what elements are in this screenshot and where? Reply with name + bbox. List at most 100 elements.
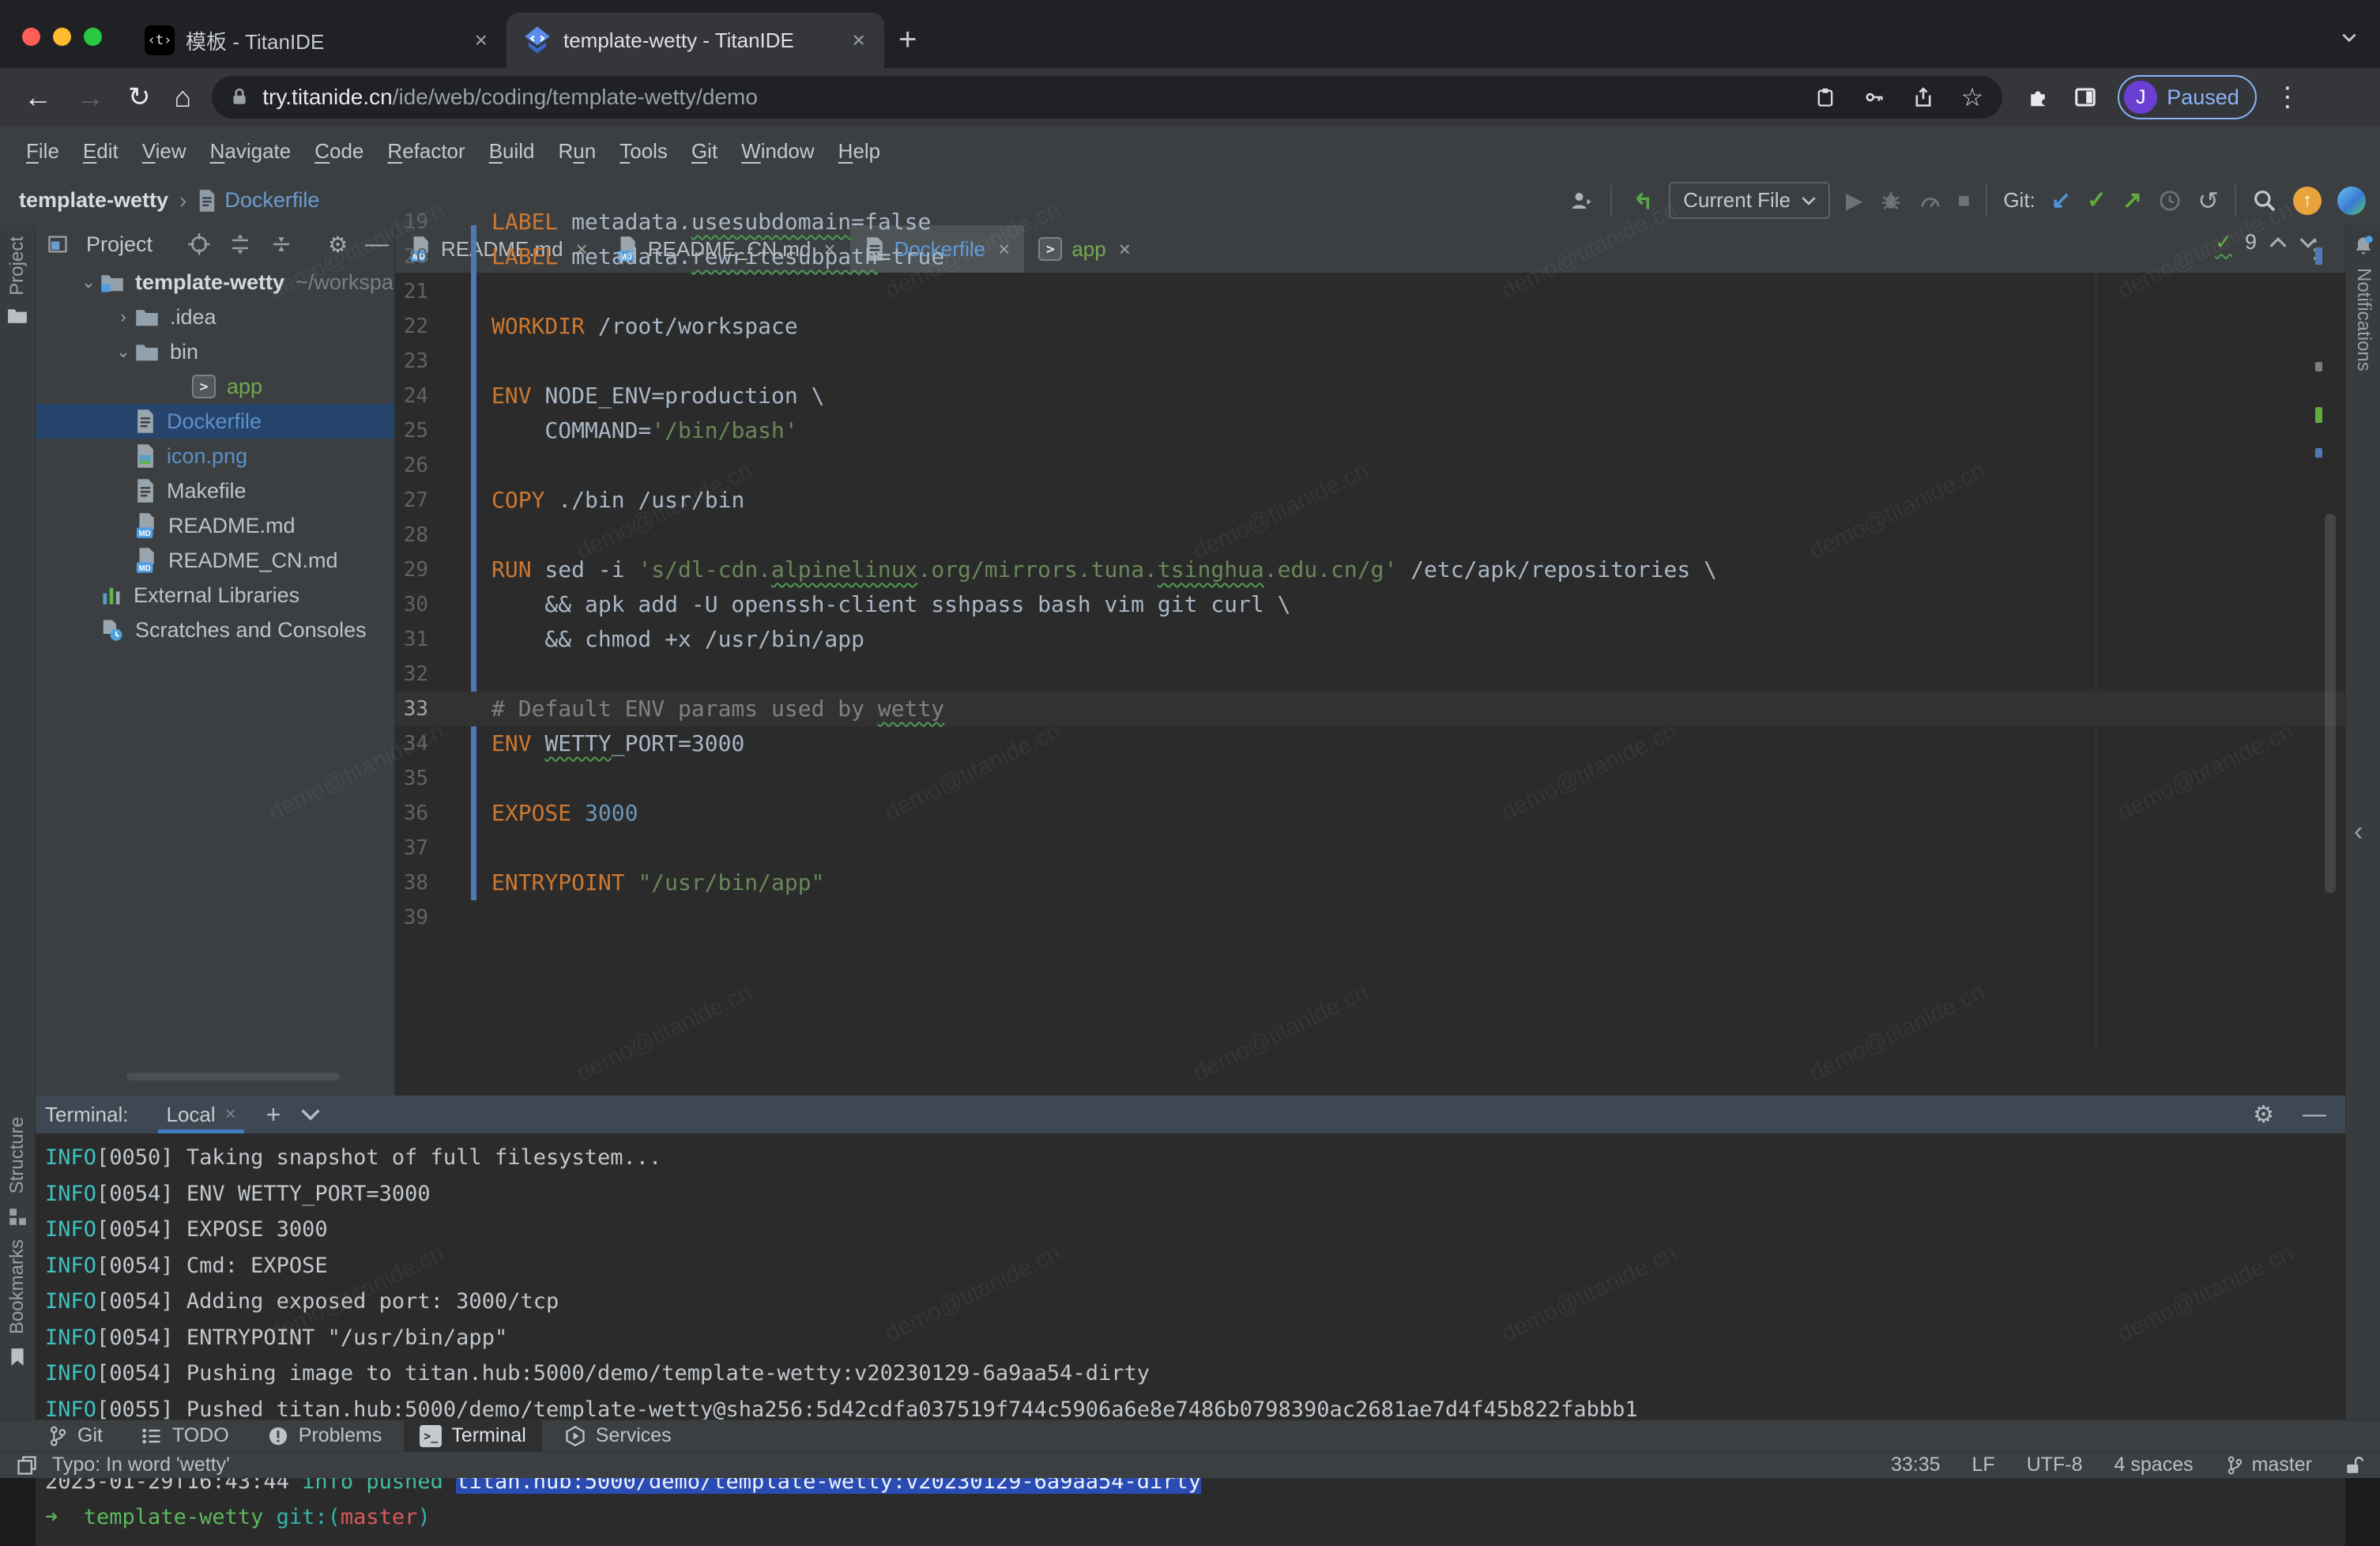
- minimize-window-icon[interactable]: [53, 28, 71, 46]
- tool-window-button-terminal[interactable]: >_Terminal: [404, 1420, 541, 1451]
- menu-item-refactor[interactable]: Refactor: [375, 139, 476, 164]
- tree-chevron-icon[interactable]: ⌄: [111, 341, 135, 362]
- menu-item-view[interactable]: View: [130, 139, 198, 164]
- app-icon: >: [192, 375, 216, 398]
- address-bar[interactable]: try.titanide.cn/ide/web/coding/template-…: [212, 76, 2002, 119]
- notifications-bell-icon[interactable]: [2352, 235, 2374, 257]
- tree-item-icon-png[interactable]: icon.png: [36, 439, 394, 473]
- code-line-34: 34ENV WETTY_PORT=3000: [395, 726, 2345, 761]
- project-panel-title[interactable]: Project: [86, 232, 153, 257]
- tab-search-chevron-icon[interactable]: [2339, 27, 2359, 47]
- share-icon[interactable]: [1912, 86, 1934, 108]
- tree-item-external-libraries[interactable]: External Libraries: [36, 578, 394, 613]
- menu-item-tools[interactable]: Tools: [608, 139, 680, 164]
- project-view-icon[interactable]: [47, 233, 69, 255]
- tree-item-readme-cn-md[interactable]: MDREADME_CN.md: [36, 543, 394, 578]
- collapse-stripe-chevron-icon[interactable]: ‹: [2354, 816, 2363, 847]
- browser-tab-1[interactable]: ‹t›模板 - TitanIDE×: [129, 13, 507, 68]
- tree-item-scratches-and-consoles[interactable]: Scratches and Consoles: [36, 613, 394, 647]
- terminal-icon: >_: [420, 1425, 442, 1447]
- tool-stripe-bookmarks-button[interactable]: Bookmarks: [6, 1239, 28, 1334]
- breadcrumb-file[interactable]: Dockerfile: [224, 188, 319, 213]
- menu-item-window[interactable]: Window: [729, 139, 826, 164]
- tool-stripe-project-button[interactable]: Project: [6, 236, 28, 296]
- caret-position[interactable]: 33:35: [1891, 1454, 1941, 1476]
- reload-button[interactable]: ↻: [128, 81, 151, 113]
- menu-item-code[interactable]: Code: [303, 139, 375, 164]
- tab-close-icon[interactable]: ×: [470, 28, 492, 53]
- menu-item-edit[interactable]: Edit: [71, 139, 130, 164]
- tree-item-dockerfile[interactable]: Dockerfile: [36, 404, 394, 439]
- tool-window-button-todo[interactable]: TODO: [125, 1420, 245, 1451]
- terminal-settings-gear-icon[interactable]: ⚙: [2253, 1101, 2274, 1129]
- tree-item-app[interactable]: >app: [36, 369, 394, 404]
- code-token: .edu.cn/g': [1264, 556, 1398, 583]
- terminal-tab-close-icon[interactable]: ×: [225, 1103, 236, 1126]
- hide-panel-icon[interactable]: —: [365, 231, 389, 258]
- tool-window-button-services[interactable]: Services: [548, 1420, 687, 1451]
- menu-item-file[interactable]: File: [14, 139, 71, 164]
- menu-item-help[interactable]: Help: [827, 139, 892, 164]
- profile-button[interactable]: J Paused: [2118, 75, 2257, 119]
- extensions-puzzle-icon[interactable]: [2026, 85, 2050, 109]
- tree-item-bin[interactable]: ⌄bin: [36, 334, 394, 369]
- tool-stripe-structure-button[interactable]: Structure: [6, 1117, 28, 1193]
- tree-item-template-wetty[interactable]: ⌄template-wetty~/workspace: [36, 265, 394, 300]
- bookmark-star-icon[interactable]: ☆: [1961, 82, 1984, 112]
- git-branch-widget[interactable]: master: [2225, 1454, 2312, 1476]
- menu-item-build[interactable]: Build: [477, 139, 547, 164]
- status-stack-icon[interactable]: [16, 1454, 38, 1476]
- editor-area[interactable]: MDREADME.md×MDREADME_CN.md×Dockerfile×>a…: [395, 225, 2345, 1095]
- code-text: && apk add -U openssh-client sshpass bas…: [491, 587, 1290, 622]
- expand-all-icon[interactable]: [228, 232, 252, 256]
- project-horizontal-scrollbar[interactable]: [126, 1073, 340, 1080]
- tool-window-button-problems[interactable]: Problems: [251, 1420, 398, 1451]
- menu-item-git[interactable]: Git: [680, 139, 729, 164]
- home-button[interactable]: ⌂: [175, 81, 192, 114]
- code-viewport[interactable]: 19LABEL metadata.usesubdomain=false20LAB…: [395, 273, 2345, 1095]
- browser-menu-kebab-icon[interactable]: ⋮: [2274, 81, 2301, 113]
- tab-close-icon[interactable]: ×: [848, 28, 870, 53]
- indent-setting[interactable]: 4 spaces: [2115, 1454, 2194, 1476]
- collapse-all-icon[interactable]: [269, 232, 293, 256]
- tree-chevron-icon[interactable]: ›: [111, 307, 135, 327]
- maximize-window-icon[interactable]: [84, 28, 102, 46]
- password-key-icon[interactable]: [1863, 86, 1885, 108]
- tree-item-readme-md[interactable]: MDREADME.md: [36, 508, 394, 543]
- terminal-token: template-wetty: [58, 1505, 276, 1529]
- terminal-tab-local[interactable]: Local ×: [158, 1095, 243, 1133]
- browser-tab-2[interactable]: template-wetty - TitanIDE×: [507, 13, 884, 68]
- clipboard-icon[interactable]: [1814, 86, 1836, 108]
- new-tab-button[interactable]: +: [898, 24, 917, 55]
- menu-item-navigate[interactable]: Navigate: [198, 139, 303, 164]
- back-button[interactable]: ←: [24, 81, 52, 114]
- locate-file-icon[interactable]: [187, 232, 211, 256]
- project-folder-icon[interactable]: [7, 307, 28, 324]
- panel-settings-gear-icon[interactable]: ⚙: [328, 232, 348, 258]
- branch-name: master: [2252, 1454, 2312, 1476]
- breadcrumb-project[interactable]: template-wetty: [19, 188, 168, 213]
- tool-window-button-git[interactable]: Git: [32, 1420, 119, 1451]
- forward-button[interactable]: →: [76, 81, 104, 114]
- menu-item-run[interactable]: Run: [547, 139, 608, 164]
- lock-icon[interactable]: [229, 87, 250, 107]
- bookmark-icon[interactable]: [8, 1347, 27, 1367]
- editor-scrollbar-thumb[interactable]: [2325, 514, 2336, 893]
- file-encoding[interactable]: UTF-8: [2027, 1454, 2083, 1476]
- terminal-minimize-icon[interactable]: —: [2303, 1101, 2326, 1129]
- unlock-icon[interactable]: [2344, 1455, 2364, 1476]
- tree-chevron-icon[interactable]: ⌄: [77, 272, 100, 292]
- tree-item--idea[interactable]: ›.idea: [36, 300, 394, 334]
- terminal-token: ): [417, 1505, 430, 1529]
- terminal-output[interactable]: INFO[0050] Taking snapshot of full files…: [36, 1133, 2345, 1546]
- line-ending[interactable]: LF: [1972, 1454, 1995, 1476]
- structure-icon[interactable]: [7, 1206, 28, 1227]
- tree-item-makefile[interactable]: Makefile: [36, 473, 394, 508]
- terminal-sessions-chevron-icon[interactable]: [301, 1107, 320, 1122]
- new-terminal-session-button[interactable]: +: [266, 1100, 281, 1129]
- side-panel-icon[interactable]: [2073, 85, 2097, 109]
- code-token: # Default ENV params used by: [491, 696, 878, 722]
- window-controls[interactable]: [22, 28, 102, 46]
- tool-stripe-notifications-button[interactable]: Notifications: [2352, 268, 2374, 371]
- close-window-icon[interactable]: [22, 28, 40, 46]
